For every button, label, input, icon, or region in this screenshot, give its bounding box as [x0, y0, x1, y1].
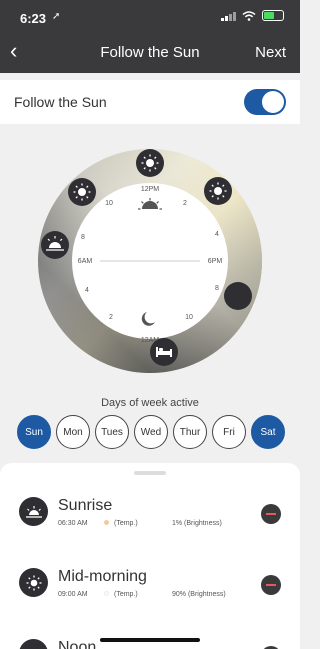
toggle-knob	[262, 91, 284, 113]
hour-label-8-pm: 8	[215, 285, 219, 292]
status-icons	[221, 10, 284, 21]
marker-mid-morning[interactable]	[68, 178, 96, 206]
marker-sunrise[interactable]	[41, 231, 69, 259]
status-time: 6:23	[20, 11, 47, 26]
remove-button[interactable]	[261, 504, 281, 524]
top-bar: 6:23 ➚ ‹ Follow the Sun Next	[0, 0, 300, 73]
schedule-item-temp: (Temp.)	[114, 520, 138, 527]
sun-icon	[19, 639, 48, 649]
schedule-item-brightness: 90% (Brightness)	[172, 591, 226, 598]
hour-label-6pm: 6PM	[208, 258, 223, 265]
schedule-sheet: Sunrise 06:30 AM (Temp.) 1% (Brightness)…	[0, 463, 300, 649]
hour-label-8: 8	[81, 234, 85, 241]
signal-icon	[221, 11, 236, 21]
temp-color-dot	[104, 591, 109, 596]
schedule-item-brightness: 1% (Brightness)	[172, 520, 222, 527]
day-mon[interactable]: Mon	[56, 415, 90, 449]
hour-label-12pm: 12PM	[141, 186, 159, 193]
hour-label-2-am: 2	[109, 314, 113, 321]
day-fri[interactable]: Fri	[212, 415, 246, 449]
wifi-icon	[242, 10, 256, 21]
marker-noon[interactable]	[136, 149, 164, 177]
days-selector: Sun Mon Tues Wed Thur Fri Sat	[17, 415, 285, 449]
hour-label-6am: 6AM	[78, 258, 93, 265]
days-title: Days of week active	[101, 397, 199, 409]
follow-sun-toggle[interactable]	[244, 89, 286, 115]
schedule-dial[interactable]: 12PM 12AM 6AM 6PM 10 2 8 4 4 8 2 10	[37, 148, 263, 374]
temp-color-dot	[104, 520, 109, 525]
schedule-item-mid-morning[interactable]: Mid-morning 09:00 AM (Temp.) 90% (Bright…	[0, 534, 300, 604]
sunrise-icon	[19, 497, 48, 526]
schedule-item-name: Mid-morning	[58, 568, 147, 585]
schedule-item-temp: (Temp.)	[114, 591, 138, 598]
schedule-item-time: 09:00 AM	[58, 591, 88, 598]
schedule-item-time: 06:30 AM	[58, 520, 88, 527]
next-button[interactable]: Next	[255, 44, 286, 61]
day-tues[interactable]: Tues	[95, 415, 129, 449]
hour-label-10-pm: 10	[185, 314, 193, 321]
schedule-item-sunrise[interactable]: Sunrise 06:30 AM (Temp.) 1% (Brightness)	[0, 463, 300, 533]
schedule-item-name: Sunrise	[58, 497, 113, 514]
hour-label-10: 10	[105, 200, 113, 207]
battery-icon	[262, 10, 284, 21]
hour-label-4: 4	[215, 231, 219, 238]
schedule-item-noon[interactable]: Noon	[0, 605, 300, 649]
sun-icon	[19, 568, 48, 597]
marker-night[interactable]	[224, 282, 252, 310]
remove-button[interactable]	[261, 575, 281, 595]
day-thur[interactable]: Thur	[173, 415, 207, 449]
marker-bedtime[interactable]	[150, 338, 178, 366]
home-indicator	[100, 638, 200, 642]
hour-label-4-am: 4	[85, 287, 89, 294]
location-arrow-icon: ➚	[52, 11, 61, 22]
day-wed[interactable]: Wed	[134, 415, 168, 449]
day-sat[interactable]: Sat	[251, 415, 285, 449]
follow-sun-row: Follow the Sun	[0, 80, 300, 124]
hour-label-2: 2	[183, 200, 187, 207]
marker-afternoon[interactable]	[204, 177, 232, 205]
schedule-item-name: Noon	[58, 639, 97, 649]
day-sun[interactable]: Sun	[17, 415, 51, 449]
follow-sun-label: Follow the Sun	[14, 94, 107, 110]
